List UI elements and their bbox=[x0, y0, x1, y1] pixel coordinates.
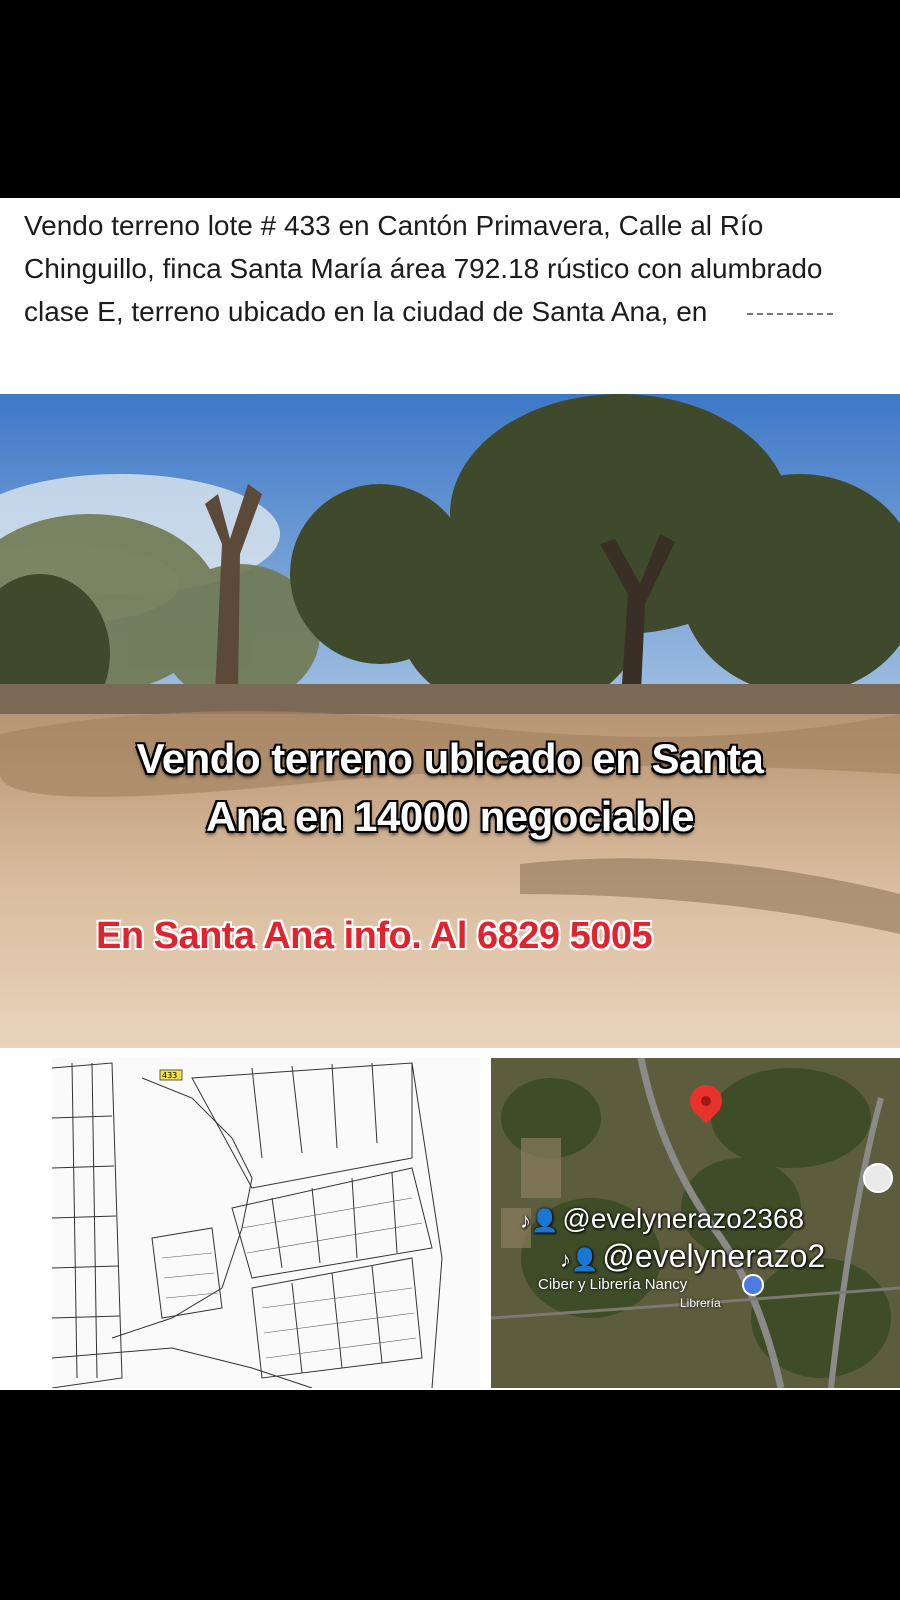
headline-line-1: Vendo terreno ubicado en Santa bbox=[136, 735, 764, 782]
post-description: Vendo terreno lote # 433 en Cantón Prima… bbox=[24, 204, 894, 333]
place-type: Librería bbox=[680, 1296, 721, 1310]
watermark-1-text: @evelynerazo2368 bbox=[562, 1203, 805, 1234]
plan-lot-label: 433 bbox=[162, 1071, 177, 1080]
watermark-2-text: @evelynerazo2 bbox=[602, 1238, 826, 1274]
tiktok-icon: ♪👤 bbox=[520, 1208, 559, 1233]
place-marker-icon[interactable] bbox=[742, 1274, 764, 1296]
user-icon: ♪👤 bbox=[560, 1247, 599, 1272]
top-black-bar bbox=[0, 0, 900, 198]
post-text-panel: Vendo terreno lote # 433 en Cantón Prima… bbox=[0, 198, 900, 394]
post-description-text: Vendo terreno lote # 433 en Cantón Prima… bbox=[24, 210, 823, 327]
redacted-mark bbox=[747, 312, 838, 315]
cadastral-plan-drawing: 433 bbox=[52, 1062, 443, 1388]
watermark-2: ♪👤 @evelynerazo2 bbox=[560, 1238, 825, 1275]
place-name[interactable]: Ciber y Librería Nancy bbox=[538, 1276, 687, 1293]
cadastral-plan: 433 bbox=[52, 1058, 480, 1388]
watermark-1: ♪👤 @evelynerazo2368 bbox=[520, 1203, 804, 1235]
headline: Vendo terreno ubicado en Santa Ana en 14… bbox=[0, 730, 900, 846]
headline-line-2: Ana en 14000 negociable bbox=[205, 793, 695, 840]
bottom-black-bar bbox=[0, 1390, 900, 1600]
place-pin-icon bbox=[863, 1163, 893, 1193]
contact-line: En Santa Ana info. Al 6829 5005 bbox=[96, 915, 653, 957]
